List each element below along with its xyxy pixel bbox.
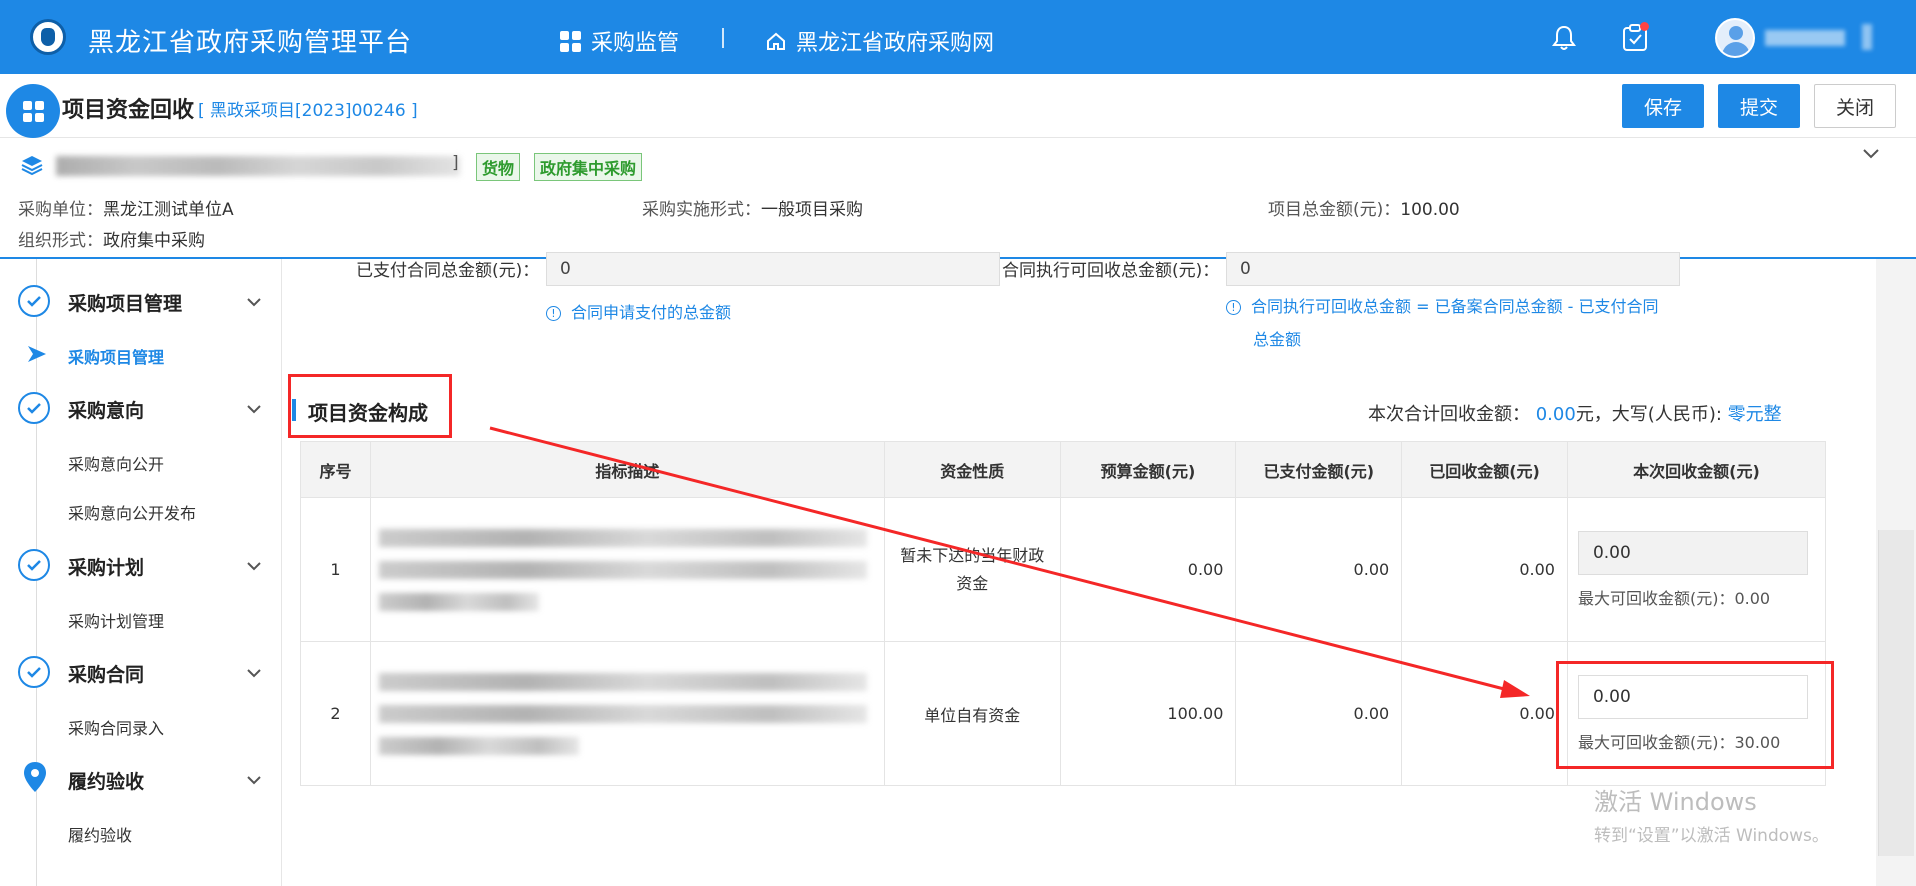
cell-fund-nature: 暂未下达的当年财政资金: [883, 497, 1061, 642]
info-purchasing-unit: 采购单位：黑龙江测试单位A: [18, 200, 234, 220]
info-implementation-form: 采购实施形式：一般项目采购: [642, 200, 863, 220]
sidebar-item-acceptance[interactable]: 履约验收: [68, 822, 132, 846]
cell-paid: 0.00: [1235, 497, 1403, 642]
grid-icon: [560, 30, 581, 52]
col-header-current-recovery: 本次回收金额(元): [1566, 441, 1827, 498]
check-circle-icon: [18, 392, 50, 424]
paid-total-hint: ! 合同申请支付的总金额: [546, 296, 731, 329]
chevron-down-icon[interactable]: [1860, 142, 1882, 164]
home-menu-button[interactable]: [6, 84, 60, 138]
nav-divider: [722, 28, 724, 48]
recovery-amount-input-disabled: 0.00: [1577, 530, 1808, 575]
submit-button[interactable]: 提交: [1718, 84, 1800, 128]
project-name-redacted: [56, 156, 460, 176]
tag-goods: 货物: [476, 153, 521, 181]
sidebar-group-intention[interactable]: 采购意向: [68, 396, 144, 423]
cell-paid: 0.00: [1235, 641, 1403, 786]
recoverable-total-label: 合同执行可回收总金额(元)：: [1002, 261, 1220, 281]
project-name-suffix: ]: [452, 153, 459, 173]
page-title: 项目资金回收: [62, 98, 195, 123]
top-bar: 黑龙江省政府采购管理平台 采购监管 黑龙江省政府采购网: [0, 0, 1916, 74]
sidebar-group-project-management[interactable]: 采购项目管理: [68, 289, 182, 316]
chevron-down-icon[interactable]: [244, 663, 264, 683]
info-icon: !: [1226, 300, 1241, 315]
platform-logo-icon: [30, 19, 66, 55]
check-circle-icon: [18, 549, 50, 581]
project-code: [ 黑政采项目[2023]00246 ]: [198, 101, 418, 121]
chevron-down-icon[interactable]: [244, 292, 264, 312]
table-row: 1 暂未下达的当年财政资金 0.00 0.00 0.00 0.00 最大可回收金…: [300, 497, 1827, 642]
app-title: 黑龙江省政府采购管理平台: [88, 28, 413, 58]
notification-dot: [1640, 22, 1649, 31]
recoverable-total-input: 0: [1226, 252, 1680, 286]
cell-budget: 100.00: [1059, 641, 1237, 786]
sidebar-group-acceptance[interactable]: 履约验收: [68, 767, 144, 794]
bell-icon[interactable]: [1550, 24, 1578, 52]
col-header-paid: 已支付金额(元): [1235, 441, 1403, 498]
nav-procurement-website[interactable]: 黑龙江省政府采购网: [766, 25, 994, 57]
sidebar-group-plan[interactable]: 采购计划: [68, 553, 144, 580]
windows-activation-watermark: 激活 Windows 转到“设置”以激活 Windows。: [1594, 788, 1829, 846]
chevron-down-icon[interactable]: [244, 399, 264, 419]
header-divider: [0, 137, 1916, 138]
info-project-total: 项目总金额(元)：100.00: [1268, 200, 1460, 220]
cell-fund-nature: 单位自有资金: [883, 641, 1061, 786]
cell-description-redacted: [369, 641, 885, 786]
save-button[interactable]: 保存: [1622, 84, 1704, 128]
username-redacted[interactable]: [1765, 30, 1845, 46]
cell-recovered: 0.00: [1401, 641, 1568, 786]
cell-recovered: 0.00: [1401, 497, 1568, 642]
sidebar-item-intention-publish[interactable]: 采购意向公开发布: [68, 500, 196, 524]
chevron-down-icon[interactable]: [244, 556, 264, 576]
paid-total-label: 已支付合同总金额(元)：: [356, 261, 540, 281]
nav-label: 采购监管: [591, 31, 680, 56]
col-header-budget: 预算金额(元): [1059, 441, 1237, 498]
tag-centralized-procurement: 政府集中采购: [534, 153, 643, 181]
info-icon: !: [546, 306, 561, 321]
cell-budget: 0.00: [1059, 497, 1237, 642]
chevron-down-icon[interactable]: [244, 770, 264, 790]
col-header-no: 序号: [300, 441, 371, 498]
layers-icon: [21, 156, 43, 176]
sidebar-item-contract-entry[interactable]: 采购合同录入: [68, 715, 164, 739]
sidebar-item-plan-management[interactable]: 采购计划管理: [68, 608, 164, 632]
col-header-fund-nature: 资金性质: [883, 441, 1061, 498]
paid-total-input: 0: [546, 252, 1000, 286]
sidebar-item-project-management[interactable]: 采购项目管理: [68, 344, 164, 368]
cell-no: 1: [300, 497, 371, 642]
home-icon: [767, 32, 785, 50]
grid-icon: [22, 100, 44, 122]
redacted-mark: [1862, 24, 1872, 50]
nav-procurement-supervision[interactable]: 采购监管: [560, 25, 679, 57]
col-header-recovered: 已回收金额(元): [1401, 441, 1568, 498]
recoverable-total-hint: ! 合同执行可回收总金额 = 已备案合同总金额 - 已支付合同 总金额: [1226, 290, 1696, 356]
cell-description-redacted: [369, 497, 885, 642]
cell-no: 2: [300, 641, 371, 786]
scrollbar-thumb[interactable]: [1878, 530, 1914, 856]
nav-label: 黑龙江省政府采购网: [796, 31, 995, 56]
max-recoverable-note: 最大可回收金额(元)：0.00: [1577, 588, 1771, 608]
user-avatar[interactable]: [1715, 18, 1755, 58]
info-organization-form: 组织形式：政府集中采购: [18, 231, 205, 251]
check-circle-icon: [18, 285, 50, 317]
location-pin-icon: [24, 762, 46, 792]
annotation-box-recovery-input: [1556, 661, 1834, 769]
col-header-description: 指标描述: [369, 441, 885, 498]
sidebar-item-intention-public[interactable]: 采购意向公开: [68, 451, 164, 475]
check-circle-icon: [18, 656, 50, 688]
current-arrow-icon: [28, 346, 46, 362]
sidebar-group-contract[interactable]: 采购合同: [68, 660, 144, 687]
close-button[interactable]: 关闭: [1814, 84, 1896, 128]
recovery-summary: 本次合计回收金额： 0.00元，大写(人民币): 零元整: [1368, 404, 1782, 425]
annotation-box-title: [288, 374, 452, 438]
cell-current-recovery: 0.00 最大可回收金额(元)：0.00: [1566, 497, 1827, 642]
table-header-row: 序号 指标描述 资金性质 预算金额(元) 已支付金额(元) 已回收金额(元) 本…: [300, 441, 1827, 498]
